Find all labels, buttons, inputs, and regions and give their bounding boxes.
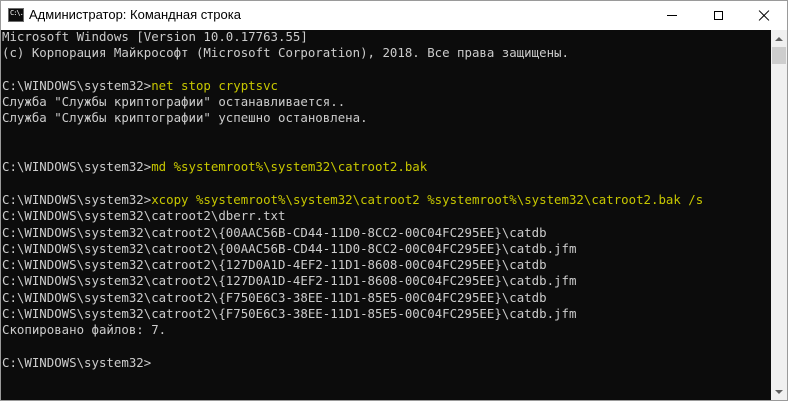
scroll-down-icon: [775, 389, 783, 394]
console-line: Служба "Службы криптографии" останавлива…: [2, 94, 703, 110]
console-text: Microsoft Windows [Version 10.0.17763.55…: [2, 30, 308, 44]
console-output[interactable]: Microsoft Windows [Version 10.0.17763.55…: [1, 30, 771, 400]
scroll-thumb[interactable]: [772, 47, 786, 64]
console-text: C:\WINDOWS\system32\catroot2\{00AAC56B-C…: [2, 240, 577, 256]
maximize-button[interactable]: [695, 1, 741, 30]
minimize-button[interactable]: [649, 1, 695, 30]
console-text: Служба "Службы криптографии" успешно ост…: [2, 110, 368, 126]
console-command: md %systemroot%\system32\catroot2.bak: [151, 159, 428, 175]
console-line: (c) Корпорация Майкрософт (Microsoft Cor…: [2, 45, 703, 61]
cmd-window: C:\. Администратор: Командная строка Mic…: [0, 0, 788, 401]
console-line: C:\WINDOWS\system32>xcopy %systemroot%\s…: [2, 192, 703, 208]
close-icon: [758, 10, 770, 22]
console-text: Скопировано файлов: 7.: [2, 322, 167, 338]
minimize-icon: [667, 15, 677, 16]
console-text: C:\WINDOWS\system32>: [2, 354, 152, 370]
close-button[interactable]: [741, 1, 787, 30]
app-icon-label: C:\.: [10, 9, 24, 17]
console-line: C:\WINDOWS\system32>md %systemroot%\syst…: [2, 159, 703, 175]
console-line: C:\WINDOWS\system32>net stop cryptsvc: [2, 78, 703, 94]
command-prompt-icon[interactable]: C:\.: [8, 8, 24, 22]
console-text: (c) Корпорация Майкрософт (Microsoft Cor…: [2, 45, 569, 61]
console-text: C:\WINDOWS\system32\catroot2\{00AAC56B-C…: [2, 224, 547, 240]
console-line: C:\WINDOWS\system32\catroot2\{127D0A1D-4…: [2, 257, 703, 273]
title-bar[interactable]: C:\. Администратор: Командная строка: [1, 1, 787, 30]
console-text: Служба "Службы криптографии" останавлива…: [2, 94, 346, 110]
console-line: C:\WINDOWS\system32>: [2, 355, 703, 371]
console-line: C:\WINDOWS\system32\catroot2\{F750E6C3-3…: [2, 306, 703, 322]
console-line: C:\WINDOWS\system32\catroot2\{F750E6C3-3…: [2, 290, 703, 306]
console-text: C:\WINDOWS\system32\catroot2\{127D0A1D-4…: [2, 273, 577, 289]
console-line: C:\WINDOWS\system32\catroot2\{00AAC56B-C…: [2, 241, 703, 257]
console-text: C:\WINDOWS\system32>: [2, 77, 152, 93]
scroll-up-button[interactable]: [771, 30, 787, 47]
console-line: Служба "Службы криптографии" успешно ост…: [2, 110, 703, 126]
console-text: C:\WINDOWS\system32>: [2, 191, 152, 207]
console-command: net stop cryptsvc: [151, 77, 279, 93]
console-text: C:\WINDOWS\system32>: [2, 159, 152, 175]
console-text: C:\WINDOWS\system32\catroot2\{F750E6C3-3…: [2, 289, 547, 305]
console-line: Скопировано файлов: 7.: [2, 322, 703, 338]
console-line: C:\WINDOWS\system32\catroot2\{00AAC56B-C…: [2, 225, 703, 241]
console-text: C:\WINDOWS\system32\catroot2\{F750E6C3-3…: [2, 306, 577, 322]
scroll-up-icon: [775, 36, 783, 41]
console-line: C:\WINDOWS\system32\catroot2\{127D0A1D-4…: [2, 273, 703, 289]
scroll-down-button[interactable]: [771, 383, 787, 400]
console-text: C:\WINDOWS\system32\catroot2\dberr.txt: [2, 208, 286, 224]
vertical-scrollbar[interactable]: [771, 30, 787, 400]
console-lines: Microsoft Windows [Version 10.0.17763.55…: [2, 30, 703, 371]
console-text: C:\WINDOWS\system32\catroot2\{127D0A1D-4…: [2, 257, 547, 273]
maximize-icon: [713, 11, 723, 20]
console-command: xcopy %systemroot%\system32\catroot2 %sy…: [151, 191, 704, 207]
console-line: Microsoft Windows [Version 10.0.17763.55…: [2, 30, 703, 45]
console-line: C:\WINDOWS\system32\catroot2\dberr.txt: [2, 208, 703, 224]
window-title: Администратор: Командная строка: [29, 7, 241, 22]
